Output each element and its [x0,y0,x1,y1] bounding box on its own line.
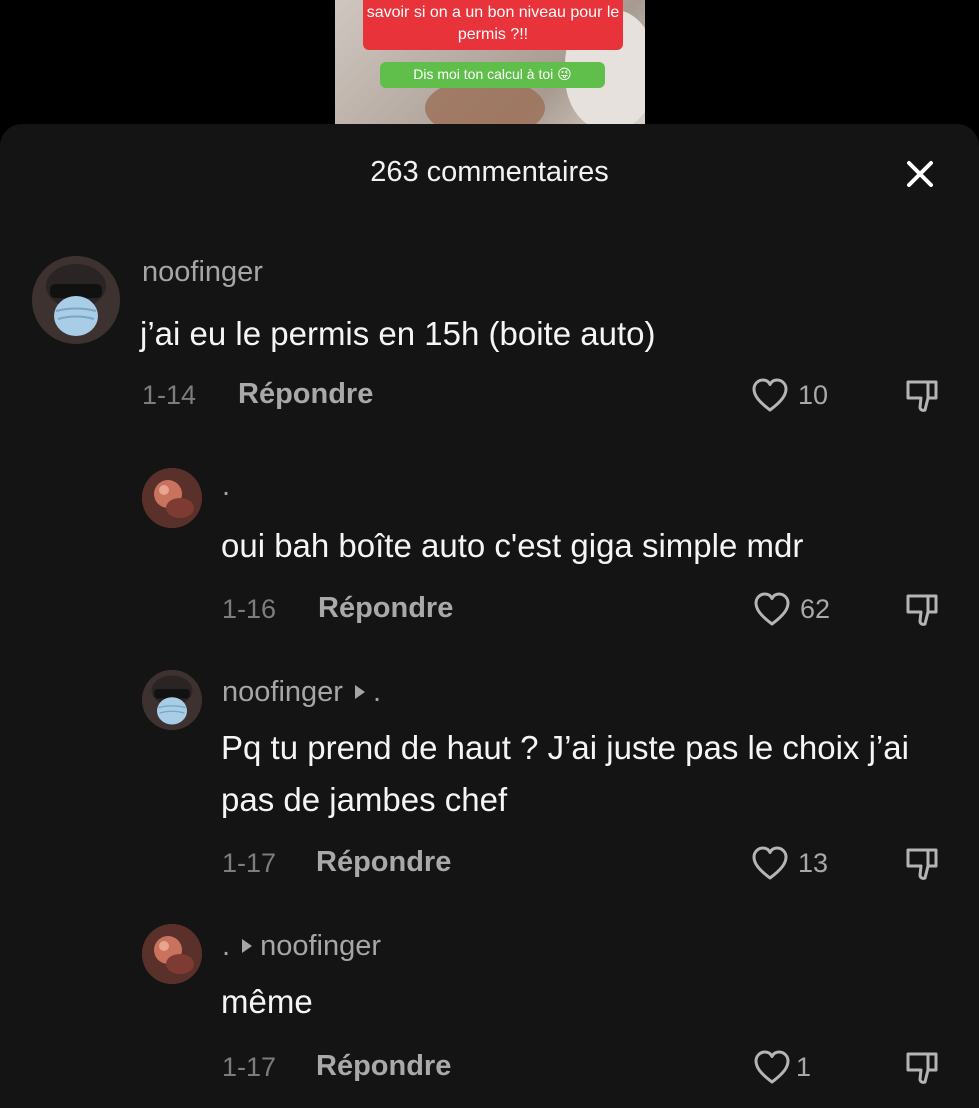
comments-sheet: 263 commentaires noofinger j’ai eu le pe… [0,124,979,1108]
dislike-icon[interactable] [902,590,942,630]
heart-icon[interactable] [750,376,790,416]
screen: savoir si on a un bon niveau pour le per… [0,0,979,1108]
video-caption-red: savoir si on a un bon niveau pour le per… [363,0,623,50]
user-avatar-icon [142,468,202,528]
comment-username[interactable]: noofinger. [222,676,381,709]
comment-username[interactable]: . [222,470,230,503]
reply-button[interactable]: Répondre [316,846,451,879]
video-preview[interactable]: savoir si on a un bon niveau pour le per… [335,0,645,124]
reply-button[interactable]: Répondre [238,378,373,411]
comment-username[interactable]: noofinger [142,256,263,289]
reply-button[interactable]: Répondre [316,1050,451,1083]
user-avatar-icon [32,256,120,344]
close-icon[interactable] [900,154,940,194]
comment-username-text[interactable]: . [222,930,230,962]
avatar[interactable] [32,256,120,344]
heart-icon[interactable] [752,1048,792,1088]
comments-count-title: 263 commentaires [370,156,609,188]
like-count: 10 [798,380,829,410]
avatar[interactable] [142,670,202,730]
comment-date: 1-16 [222,594,277,624]
reply-arrow-icon [354,685,365,700]
user-avatar-icon [142,924,202,984]
reply-to-username[interactable]: . [373,676,381,708]
comment-date: 1-17 [222,1052,277,1082]
heart-icon[interactable] [750,844,790,884]
comment-text: j’ai eu le permis en 15h (boite auto) [140,315,656,352]
comment-text: Pq tu prend de haut ? J’ai juste pas le … [221,729,909,818]
comment-username[interactable]: . noofinger [222,930,381,963]
comment-text: oui bah boîte auto c'est giga simple mdr [221,527,804,564]
avatar[interactable] [142,468,202,528]
comment-date: 1-14 [142,380,197,410]
reply-arrow-icon [242,939,253,954]
dislike-icon[interactable] [902,844,942,884]
like-count: 62 [800,594,831,624]
user-avatar-icon [142,670,202,730]
avatar[interactable] [142,924,202,984]
comment-date: 1-17 [222,848,277,878]
comment-username-text[interactable]: noofinger [222,676,343,708]
dislike-icon[interactable] [902,376,942,416]
heart-icon[interactable] [752,590,792,630]
video-caption-green: Dis moi ton calcul à toi 😜 [380,62,605,88]
like-count: 1 [796,1052,812,1082]
reply-to-username[interactable]: noofinger [260,930,381,962]
comment-text: même [221,983,313,1020]
dislike-icon[interactable] [902,1048,942,1088]
reply-button[interactable]: Répondre [318,592,453,625]
like-count: 13 [798,848,829,878]
